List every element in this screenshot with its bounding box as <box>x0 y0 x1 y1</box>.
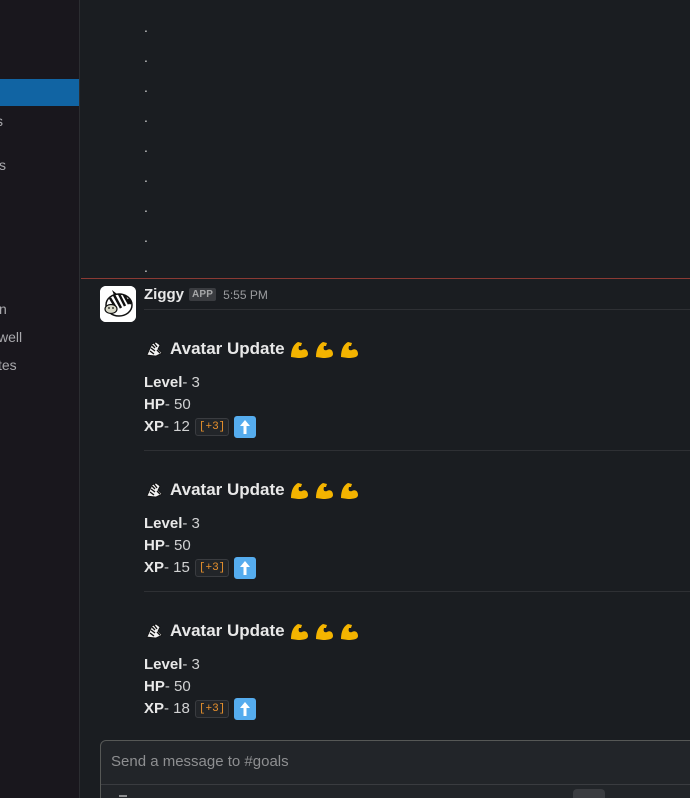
zebra-avatar-icon <box>100 286 136 322</box>
sidebar-item-channel[interactable]: n <box>0 301 7 317</box>
sidebar-item-label: s <box>0 157 6 173</box>
xp-label: XP <box>144 700 165 717</box>
level-row: Level - 3 <box>144 654 690 676</box>
xp-delta-code: [+3] <box>194 559 230 577</box>
up-arrow-icon <box>234 698 257 720</box>
xp-value: - 18 <box>164 700 190 717</box>
up-arrow-icon <box>234 557 257 579</box>
update-title: Avatar Update <box>170 480 285 499</box>
update-title-row: Avatar Update <box>144 478 690 502</box>
dot-message: . <box>144 169 148 185</box>
level-row: Level - 3 <box>144 372 690 394</box>
hp-value: - 50 <box>164 537 191 554</box>
sidebar: s s n well tes <box>0 0 80 798</box>
level-value: - 3 <box>182 656 200 673</box>
composer-divider <box>101 784 690 785</box>
zebra-icon <box>146 623 163 639</box>
formatting-icon[interactable] <box>119 795 127 797</box>
sidebar-item-channel[interactable]: s <box>0 113 3 129</box>
flexed-biceps-icon <box>340 482 358 499</box>
level-label: Level <box>144 515 183 532</box>
hp-value: - 50 <box>164 678 191 695</box>
xp-delta-code: [+3] <box>194 700 230 718</box>
dot-message: . <box>144 259 148 275</box>
level-row: Level - 3 <box>144 513 690 535</box>
avatar-update-card: Avatar Update Level - 3 HP - 50 XP - 15[… <box>144 478 690 579</box>
xp-row: XP - 15 [+3] <box>144 557 690 579</box>
flexed-biceps-icon <box>315 341 333 358</box>
sidebar-item-channel[interactable]: s <box>0 157 6 173</box>
update-title: Avatar Update <box>170 621 285 640</box>
flexed-biceps-icon <box>290 341 308 358</box>
up-arrow-icon <box>234 416 257 438</box>
avatar-update-card: Avatar Update Level - 3 HP - 50 XP - 18[… <box>144 619 690 720</box>
zebra-icon <box>146 341 163 357</box>
hp-row: HP - 50 <box>144 394 690 416</box>
xp-label: XP <box>144 559 165 576</box>
flexed-biceps-icon <box>340 341 358 358</box>
hp-row: HP - 50 <box>144 676 690 698</box>
sidebar-item-channel[interactable]: well <box>0 329 22 345</box>
xp-label: XP <box>144 418 165 435</box>
message-header: Ziggy APP 5:55 PM <box>144 286 268 303</box>
hp-row: HP - 50 <box>144 535 690 557</box>
dot-message: . <box>144 19 148 35</box>
dot-message: . <box>144 109 148 125</box>
attachment-divider <box>144 591 690 592</box>
sidebar-item-label: n <box>0 301 7 317</box>
flexed-biceps-icon <box>290 623 308 640</box>
hp-label: HP <box>144 537 165 554</box>
sender-name[interactable]: Ziggy <box>144 286 184 303</box>
hp-value: - 50 <box>164 396 191 413</box>
flexed-biceps-icon <box>315 482 333 499</box>
xp-value: - 12 <box>164 418 190 435</box>
flexed-biceps-icon <box>315 623 333 640</box>
message-input[interactable]: Send a message to #goals <box>111 753 289 770</box>
sidebar-item-active[interactable] <box>0 79 79 106</box>
dot-message: . <box>144 139 148 155</box>
hp-label: HP <box>144 678 165 695</box>
app-badge: APP <box>189 288 217 301</box>
slack-window: s s n well tes . . . . . . . . . Z <box>0 0 690 798</box>
message-timestamp[interactable]: 5:55 PM <box>223 288 268 302</box>
level-value: - 3 <box>182 374 200 391</box>
header-divider <box>144 309 690 310</box>
new-messages-divider <box>81 278 690 279</box>
dot-message: . <box>144 199 148 215</box>
dot-message: . <box>144 49 148 65</box>
level-label: Level <box>144 656 183 673</box>
flexed-biceps-icon <box>340 623 358 640</box>
sidebar-item-channel[interactable]: tes <box>0 357 17 373</box>
xp-delta-code: [+3] <box>194 418 230 436</box>
attachment-divider <box>144 450 690 451</box>
dot-message: . <box>144 229 148 245</box>
level-label: Level <box>144 374 183 391</box>
sidebar-item-label: s <box>0 113 3 129</box>
dot-message: . <box>144 79 148 95</box>
avatar[interactable] <box>100 286 136 322</box>
sidebar-item-label: well <box>0 329 23 345</box>
xp-row: XP - 18 [+3] <box>144 698 690 720</box>
update-title-row: Avatar Update <box>144 337 690 361</box>
xp-row: XP - 12 [+3] <box>144 416 690 438</box>
composer-button[interactable] <box>573 789 605 798</box>
xp-value: - 15 <box>164 559 190 576</box>
message-composer[interactable]: Send a message to #goals <box>100 740 690 798</box>
sidebar-item-label: tes <box>0 357 17 373</box>
message-pane: . . . . . . . . . Ziggy APP 5:55 PM Avat… <box>81 0 690 798</box>
avatar-update-card: Avatar Update Level - 3 HP - 50 XP - 12[… <box>144 337 690 438</box>
level-value: - 3 <box>182 515 200 532</box>
update-title-row: Avatar Update <box>144 619 690 643</box>
flexed-biceps-icon <box>290 482 308 499</box>
hp-label: HP <box>144 396 165 413</box>
zebra-icon <box>146 482 163 498</box>
update-title: Avatar Update <box>170 339 285 358</box>
